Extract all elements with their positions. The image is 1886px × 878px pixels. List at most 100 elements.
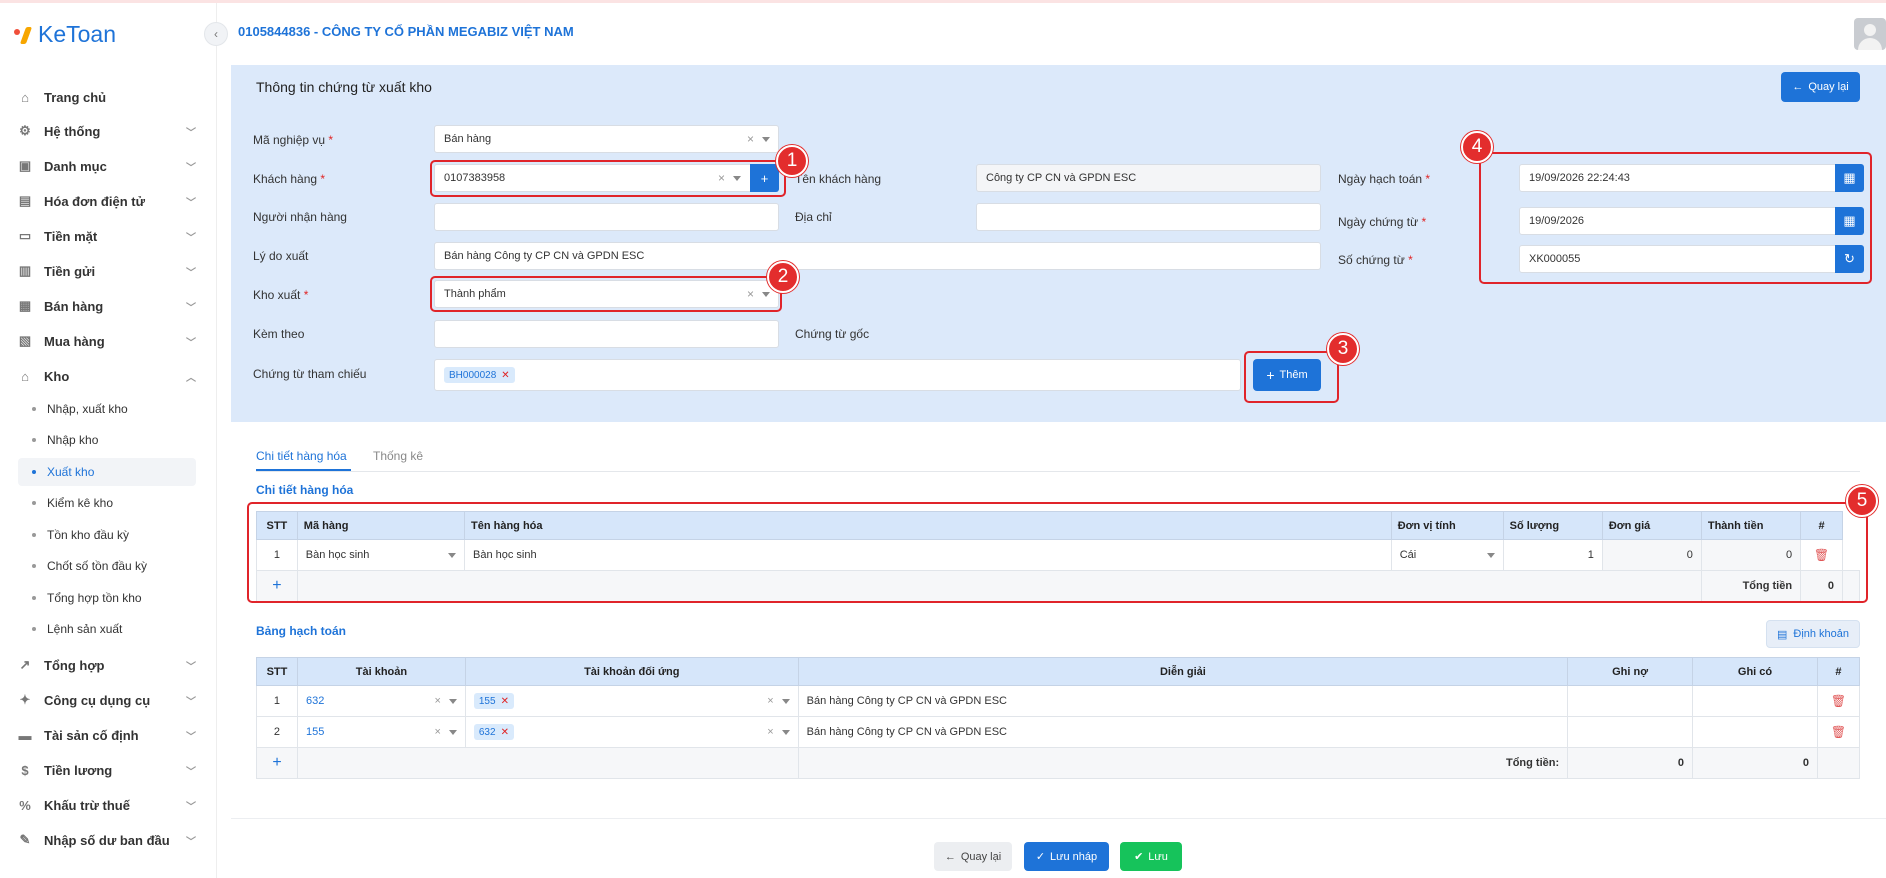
- sidebar-subitem-label: Kiểm kê kho: [47, 496, 114, 510]
- callout-box-3: [1244, 351, 1339, 403]
- asset-icon: ▬: [18, 727, 32, 743]
- nguoi-nhan-input[interactable]: [434, 203, 779, 231]
- ghi-co-cell[interactable]: [1692, 685, 1818, 717]
- save-draft-button[interactable]: ✓ Lưu nháp: [1024, 842, 1109, 871]
- ghi-no-cell[interactable]: [1567, 716, 1694, 748]
- sidebar-subitem[interactable]: Lệnh sản xuất: [18, 615, 196, 643]
- clear-icon[interactable]: ×: [434, 695, 440, 707]
- back-button[interactable]: ← Quay lại: [934, 842, 1012, 871]
- chung-tu-goc-label: Chứng từ gốc: [795, 327, 870, 341]
- col-header: Ghi có: [1692, 657, 1818, 686]
- sidebar-item-bank[interactable]: ▥ Tiền gửi ﹀: [16, 257, 196, 285]
- arrow-left-icon: ←: [944, 850, 956, 863]
- tai-khoan-cell[interactable]: 155 ×: [296, 716, 466, 748]
- sidebar-subitem[interactable]: Tổng hợp tồn kho: [18, 584, 196, 612]
- sidebar-item-label: Tổng hợp: [44, 657, 105, 673]
- remove-tag-icon[interactable]: ✕: [501, 727, 509, 738]
- clear-icon[interactable]: ×: [767, 695, 773, 707]
- doi-ung-cell[interactable]: 155 ✕ ×: [464, 685, 799, 717]
- chevron-down-icon: ﹀: [186, 232, 196, 244]
- collapse-sidebar-button[interactable]: ‹: [204, 22, 228, 46]
- callout-box-4: [1479, 152, 1872, 284]
- dien-giai-cell[interactable]: Bán hàng Công ty CP CN và GPDN ESC: [797, 685, 1569, 717]
- sidebar-subitem[interactable]: Tồn kho đầu kỳ: [18, 521, 196, 549]
- sidebar-subitem[interactable]: Chốt số tồn đầu kỳ: [18, 552, 196, 580]
- remove-tag-icon[interactable]: ✕: [501, 696, 509, 707]
- sidebar-subitem[interactable]: Kiểm kê kho: [18, 489, 196, 517]
- calculator-icon: ▤: [1776, 628, 1788, 641]
- ghi-co-cell[interactable]: [1692, 716, 1818, 748]
- sidebar-item-sales[interactable]: ▦ Bán hàng ﹀: [16, 292, 196, 320]
- ten-kh-input[interactable]: Công ty CP CN và GPDN ESC: [976, 164, 1321, 192]
- trash-icon: 🗑: [1830, 725, 1847, 739]
- tai-khoan-cell[interactable]: 632 ×: [296, 685, 466, 717]
- avatar[interactable]: [1854, 18, 1886, 50]
- table-row: 2 155 × 632 ✕ × Bán hàng Công ty CP CN và G…: [256, 716, 1861, 748]
- sidebar-item-label: Mua hàng: [44, 333, 105, 349]
- sidebar-item-label: Khấu trừ thuế: [44, 797, 130, 813]
- ghi-no-cell[interactable]: [1567, 685, 1694, 717]
- chevron-down-icon: ﹀: [186, 766, 196, 778]
- reference-tag: BH000028 ✕: [444, 367, 515, 383]
- chevron-down-icon: ﹀: [186, 302, 196, 314]
- sidebar-subitem-label: Chốt số tồn đầu kỳ: [47, 559, 148, 573]
- khach-hang-label: Khách hàng *: [253, 172, 326, 186]
- sidebar-item-cash[interactable]: ▭ Tiền mặt ﹀: [16, 222, 196, 250]
- tab-chi-tiet-hang-hoa[interactable]: Chi tiết hàng hóa: [256, 449, 347, 463]
- chevron-down-icon: ﹀: [186, 197, 196, 209]
- arrow-left-icon: ←: [1792, 81, 1804, 93]
- ma-nghiep-vu-label: Mã nghiệp vụ *: [253, 133, 334, 147]
- sidebar-subitem[interactable]: Nhập, xuất kho: [18, 395, 196, 423]
- clear-icon[interactable]: ×: [767, 726, 773, 738]
- sidebar-item-tax[interactable]: % Khấu trừ thuế ﹀: [16, 791, 196, 819]
- sidebar-item-home[interactable]: ⌂ Trang chủ: [16, 83, 196, 111]
- tab-thong-ke[interactable]: Thống kê: [373, 449, 423, 463]
- dinh-khoan-button[interactable]: ▤ Định khoản: [1766, 620, 1860, 648]
- sidebar-item-salary[interactable]: $ Tiền lương ﹀: [16, 756, 196, 784]
- tax-icon: %: [19, 797, 31, 813]
- sidebar-item-gear[interactable]: ⚙ Hệ thống ﹀: [16, 117, 196, 145]
- bank-icon: ▥: [18, 263, 32, 278]
- clear-icon[interactable]: ×: [434, 726, 440, 738]
- sidebar-item-asset[interactable]: ▬ Tài sản cố định ﹀: [16, 721, 197, 749]
- total-co-value: 0: [1692, 747, 1818, 779]
- delete-row-button[interactable]: 🗑: [1816, 716, 1861, 748]
- chevron-down-icon: ﹀: [186, 337, 196, 349]
- sidebar-item-purchase[interactable]: ▧ Mua hàng ﹀: [16, 327, 196, 355]
- sidebar-subitem[interactable]: Nhập kho: [18, 426, 196, 454]
- sidebar-item-label: Nhập số dư ban đầu: [44, 832, 170, 848]
- ly-do-label: Lý do xuất: [253, 249, 309, 263]
- sidebar-item-label: Bán hàng: [44, 298, 104, 314]
- back-button-top[interactable]: ← Quay lại: [1781, 72, 1860, 102]
- doi-ung-cell[interactable]: 632 ✕ ×: [464, 716, 799, 748]
- sidebar-item-edit[interactable]: ✎ Nhập số dư ban đầu ﹀: [16, 826, 196, 854]
- ly-do-input[interactable]: Bán hàng Công ty CP CN và GPDN ESC: [434, 242, 1321, 270]
- chevron-down-icon: ﹀: [186, 267, 196, 279]
- add-row-button[interactable]: +: [256, 747, 298, 779]
- sidebar-item-chart[interactable]: ↗ Tổng hợp ﹀: [16, 651, 196, 679]
- ten-kh-label: Tên khách hàng: [795, 172, 882, 186]
- sidebar-item-label: Tiền mặt: [44, 228, 98, 244]
- kem-theo-input[interactable]: [434, 320, 779, 348]
- sidebar-subitem[interactable]: Xuất kho: [18, 458, 196, 486]
- catalog-icon: ▣: [18, 158, 32, 173]
- logo[interactable]: KeToan: [14, 21, 116, 48]
- dien-giai-cell[interactable]: Bán hàng Công ty CP CN và GPDN ESC: [797, 716, 1569, 748]
- ma-nghiep-vu-select[interactable]: Bán hàng ×: [434, 125, 779, 153]
- delete-row-button[interactable]: 🗑: [1816, 685, 1861, 717]
- callout-badge-3: 3: [1327, 333, 1359, 365]
- sidebar-item-tools[interactable]: ✦ Công cụ dụng cụ ﹀: [16, 686, 196, 714]
- clear-icon[interactable]: ×: [747, 132, 754, 146]
- sidebar-item-label: Tài sản cố định: [44, 727, 139, 743]
- sidebar-item-invoice[interactable]: ▤ Hóa đơn điện tử ﹀: [16, 187, 196, 215]
- col-header: Tài khoản: [296, 657, 466, 686]
- stt-cell: 2: [256, 716, 298, 748]
- tham-chieu-input[interactable]: BH000028 ✕: [434, 359, 1241, 391]
- remove-tag-icon[interactable]: ✕: [501, 370, 509, 381]
- dia-chi-input[interactable]: [976, 203, 1321, 231]
- account-tag: 632 ✕: [473, 724, 514, 740]
- sidebar-item-warehouse[interactable]: ⌂ Kho ︿: [16, 362, 196, 390]
- sidebar-item-catalog[interactable]: ▣ Danh mục ﹀: [16, 152, 196, 180]
- invoice-icon: ▤: [18, 193, 32, 208]
- save-button[interactable]: ✔ Lưu: [1120, 842, 1182, 871]
